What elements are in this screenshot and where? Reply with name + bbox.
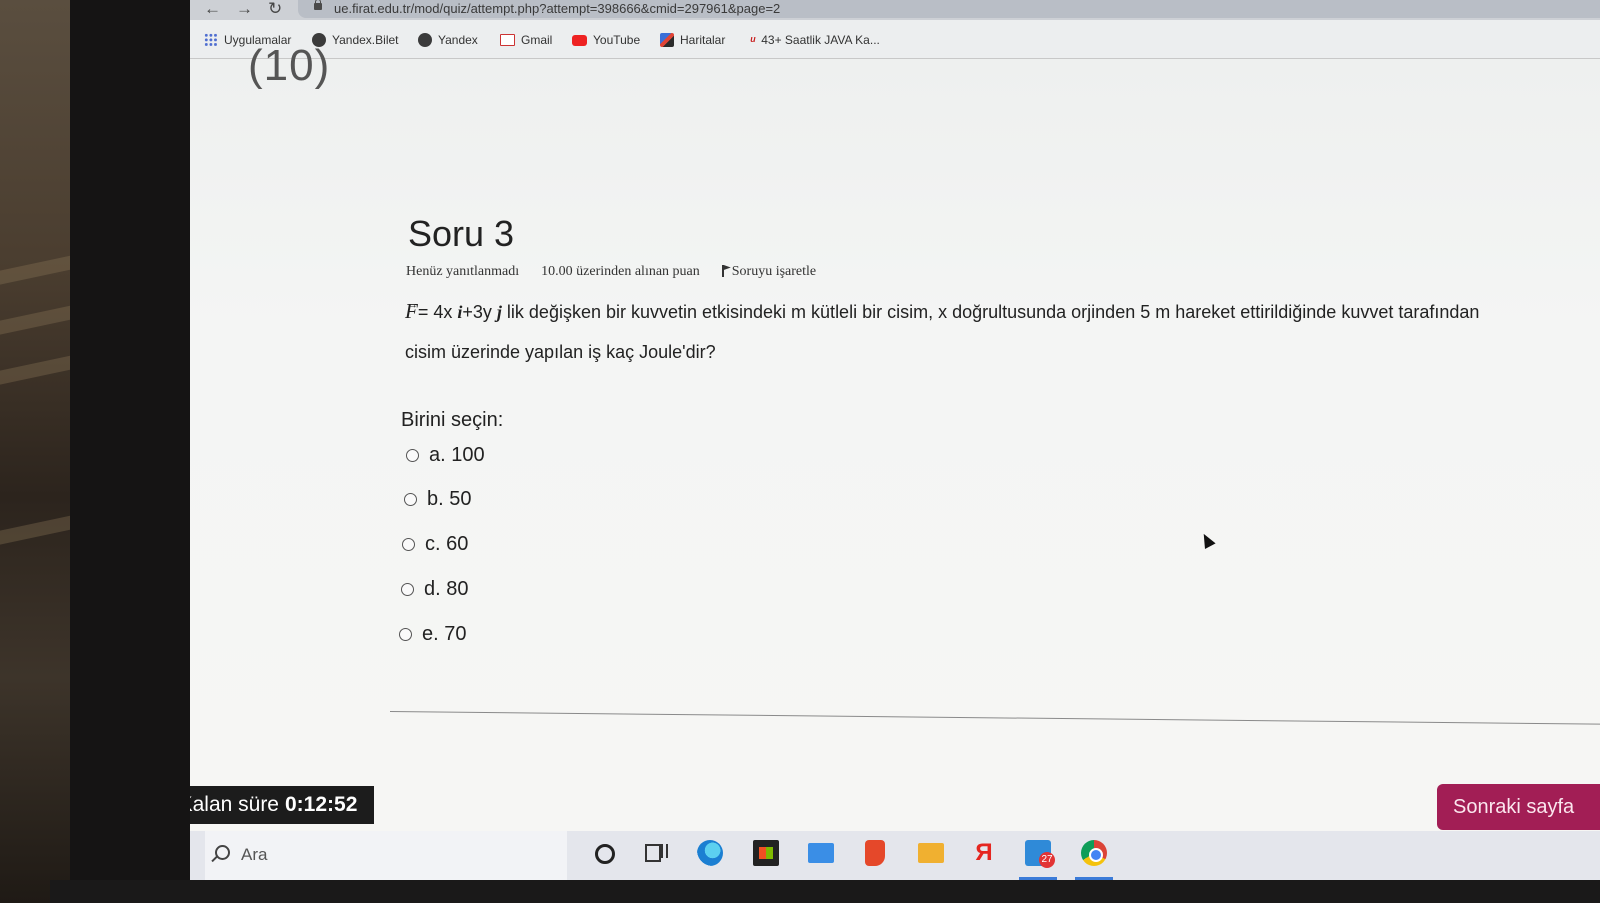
screen: ← → ↻ ue.firat.edu.tr/mod/quiz/attempt.p…	[190, 0, 1600, 880]
bookmarks-bar: Uygulamalar Yandex.Bilet Yandex Gmail Yo…	[190, 20, 1600, 59]
option-b[interactable]: b. 50	[404, 488, 471, 511]
address-bar[interactable]: ue.firat.edu.tr/mod/quiz/attempt.php?att…	[298, 0, 1600, 18]
question-points: 10.00 üzerinden alınan puan	[541, 264, 700, 279]
radio-button[interactable]	[406, 449, 419, 462]
question-status: Henüz yanıtlanmadı	[406, 264, 520, 279]
browser-toolbar: ← → ↻ ue.firat.edu.tr/mod/quiz/attempt.p…	[190, 0, 1600, 20]
timer-label: Kalan süre	[190, 793, 279, 816]
mouse-cursor-icon	[1198, 531, 1216, 549]
back-button[interactable]: ←	[204, 0, 221, 18]
search-icon	[215, 845, 230, 860]
option-c[interactable]: c. 60	[402, 533, 468, 556]
previous-content-partial: (10)	[248, 41, 331, 90]
youtube-icon	[572, 34, 587, 46]
next-page-button[interactable]: Sonraki sayfa	[1437, 784, 1600, 830]
flag-question-link[interactable]: Soruyu işaretle	[721, 264, 816, 280]
edge-icon[interactable]	[697, 840, 723, 866]
question-info: Henüz yanıtlanmadı 10.00 üzerinden alına…	[406, 264, 816, 280]
active-app-indicator	[1075, 877, 1113, 880]
option-e[interactable]: e. 70	[399, 623, 466, 646]
force-vector-symbol: F	[405, 299, 418, 323]
timer-value: 0:12:52	[285, 793, 358, 816]
bookmark-youtube[interactable]: YouTube	[572, 32, 640, 48]
reload-button[interactable]: ↻	[268, 0, 282, 18]
bookmark-gmail[interactable]: Gmail	[500, 32, 552, 48]
url-text[interactable]: ue.firat.edu.tr/mod/quiz/attempt.php?att…	[334, 0, 780, 17]
chrome-icon[interactable]	[1081, 840, 1107, 866]
cortana-icon[interactable]	[595, 844, 615, 864]
apps-grid-icon	[204, 33, 218, 47]
mail-icon[interactable]	[808, 843, 834, 863]
radio-button[interactable]	[401, 583, 414, 596]
globe-icon	[418, 33, 432, 47]
radio-button[interactable]	[404, 493, 417, 506]
flag-icon	[721, 265, 724, 277]
yandex-browser-icon[interactable]: Я	[971, 840, 997, 866]
bookmark-java-course[interactable]: ᵘ 43+ Saatlik JAVA Ka...	[750, 32, 880, 48]
forward-button[interactable]: →	[236, 0, 253, 18]
answer-prompt: Birini seçin:	[401, 409, 504, 431]
question-text: F= 4x i+3y j lik değişken bir kuvvetin e…	[405, 291, 1525, 372]
udemy-icon: ᵘ	[750, 32, 756, 48]
store-icon[interactable]	[753, 840, 779, 866]
divider	[389, 711, 1600, 725]
radio-button[interactable]	[402, 538, 415, 551]
option-a[interactable]: a. 100	[406, 444, 485, 467]
question-title: Soru 3	[408, 213, 515, 254]
bookmark-maps[interactable]: Haritalar	[660, 32, 725, 48]
task-view-icon[interactable]	[645, 844, 668, 862]
monitor-bezel	[70, 0, 190, 903]
notification-badge: 27	[1039, 852, 1055, 868]
chat-icon[interactable]: 27	[1025, 840, 1055, 868]
office-icon[interactable]	[865, 840, 885, 866]
maps-icon	[660, 33, 674, 47]
radio-button[interactable]	[399, 628, 412, 641]
option-d[interactable]: d. 80	[401, 578, 468, 601]
active-app-indicator	[1019, 877, 1057, 880]
time-remaining-box: Kalan süre 0:12:52	[190, 786, 374, 824]
file-explorer-icon[interactable]	[918, 843, 944, 863]
taskbar-search-box[interactable]: Ara	[205, 831, 567, 880]
quiz-page: (10) Soru 3 Henüz yanıtlanmadı 10.00 üze…	[190, 41, 1600, 831]
windows-taskbar: Ara Я 27	[190, 831, 1600, 880]
monitor-bezel-bottom	[50, 880, 1600, 903]
gmail-icon	[500, 34, 515, 46]
lock-icon	[314, 0, 322, 10]
search-placeholder: Ara	[241, 845, 268, 864]
bookmark-yandex[interactable]: Yandex	[418, 32, 478, 48]
